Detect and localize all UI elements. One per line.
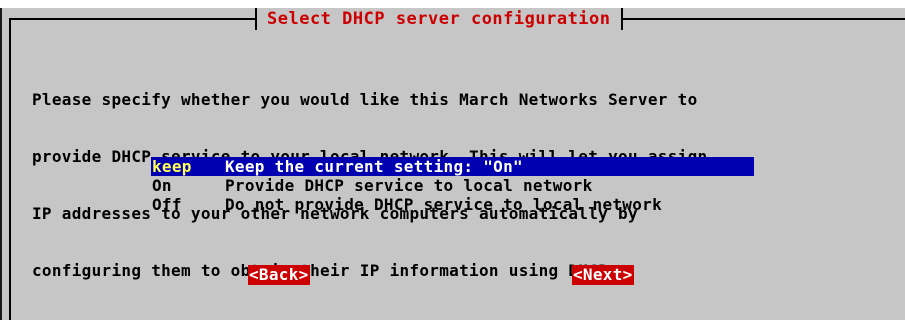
menu-item-on[interactable]: On Provide DHCP service to local network (151, 176, 754, 195)
menu-item-off[interactable]: Off Do not provide DHCP service to local… (151, 195, 754, 214)
menu-item-label: Provide DHCP service to local network (225, 176, 593, 195)
dialog-left-edge (0, 8, 2, 320)
menu-item-label: Keep the current setting: "On" (225, 157, 523, 176)
description-line: Please specify whether you would like th… (32, 90, 698, 109)
menu-item-keep[interactable]: keep Keep the current setting: "On" (151, 157, 754, 176)
description-line: configuring them to obtain their IP info… (32, 261, 619, 280)
menu-item-tag: On (152, 176, 172, 195)
menu-item-tag: Off (152, 195, 182, 214)
dhcp-dialog: Select DHCP server configuration Please … (0, 0, 905, 320)
menu-item-tag: keep (152, 157, 192, 176)
screen-top-margin (0, 0, 905, 8)
dhcp-option-menu: keep Keep the current setting: "On" On P… (151, 157, 754, 214)
dialog-title: Select DHCP server configuration (267, 9, 611, 29)
terminal-screen: Select DHCP server configuration Please … (0, 0, 905, 320)
menu-item-label: Do not provide DHCP service to local net… (225, 195, 663, 214)
back-button[interactable]: <Back> (248, 265, 310, 285)
dialog-frame-left-line (9, 18, 11, 320)
dialog-title-box: Select DHCP server configuration (255, 8, 623, 30)
next-button[interactable]: <Next> (572, 265, 634, 285)
dialog-left-band (2, 8, 9, 320)
